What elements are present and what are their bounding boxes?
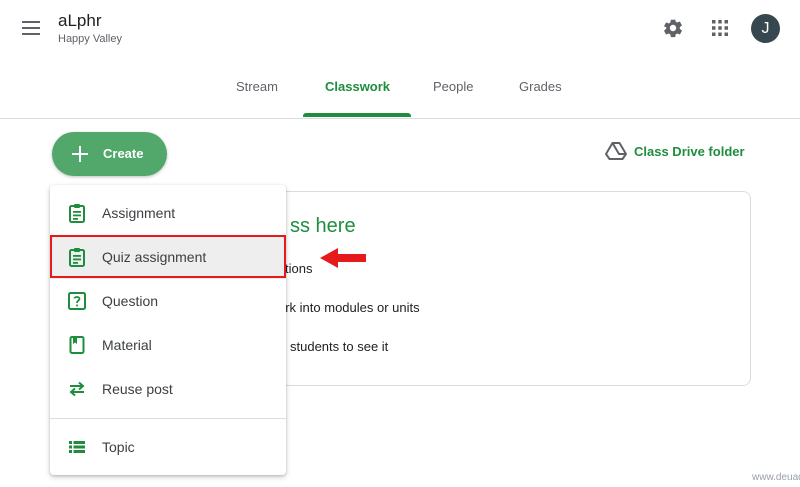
google-drive-icon[interactable] xyxy=(605,141,627,161)
avatar[interactable]: J xyxy=(751,14,780,43)
class-title[interactable]: aLphr xyxy=(58,11,101,31)
menu-item-label: Assignment xyxy=(102,205,176,221)
menu-item-label: Question xyxy=(102,293,159,309)
gear-icon[interactable] xyxy=(662,17,684,39)
hamburger-menu-icon[interactable] xyxy=(22,18,42,38)
create-button[interactable]: Create xyxy=(52,132,167,176)
menu-item-assignment[interactable]: Assignment xyxy=(50,191,286,235)
menu-item-label: Reuse post xyxy=(102,381,173,397)
assignment-icon xyxy=(69,204,85,223)
create-button-label: Create xyxy=(103,146,144,161)
red-arrow-icon xyxy=(320,248,366,268)
empty-state-line: ork into modules or units xyxy=(278,300,420,315)
menu-item-question[interactable]: Question xyxy=(50,279,286,323)
reuse-icon xyxy=(69,381,85,397)
highlight-annotation-box xyxy=(50,235,286,278)
tab-people[interactable]: People xyxy=(433,79,473,94)
empty-state-line: students to see it xyxy=(290,339,389,354)
plus-icon xyxy=(72,146,88,162)
question-icon xyxy=(68,292,86,310)
class-drive-folder-link[interactable]: Class Drive folder xyxy=(634,144,745,159)
menu-item-reuse-post[interactable]: Reuse post xyxy=(50,367,286,411)
active-tab-indicator xyxy=(303,113,411,117)
watermark: www.deuaq.com xyxy=(752,472,800,483)
tab-stream[interactable]: Stream xyxy=(236,79,278,94)
menu-item-label: Material xyxy=(102,337,152,353)
material-icon xyxy=(69,336,85,354)
topic-icon xyxy=(69,441,85,453)
apps-grid-icon[interactable] xyxy=(711,19,729,37)
menu-item-material[interactable]: Material xyxy=(50,323,286,367)
class-section: Happy Valley xyxy=(58,33,122,45)
menu-divider xyxy=(50,418,286,419)
top-app-bar: aLphr Happy Valley J Stream Classwork Pe… xyxy=(0,0,800,119)
menu-item-label: Topic xyxy=(102,439,135,455)
empty-state-line: tions xyxy=(285,261,313,276)
empty-state-heading: ss here xyxy=(290,215,356,237)
tab-classwork[interactable]: Classwork xyxy=(325,79,390,94)
tab-grades[interactable]: Grades xyxy=(519,79,562,94)
create-dropdown-menu: Assignment Quiz assignment Question Mate… xyxy=(50,185,286,475)
menu-item-topic[interactable]: Topic xyxy=(50,425,286,469)
